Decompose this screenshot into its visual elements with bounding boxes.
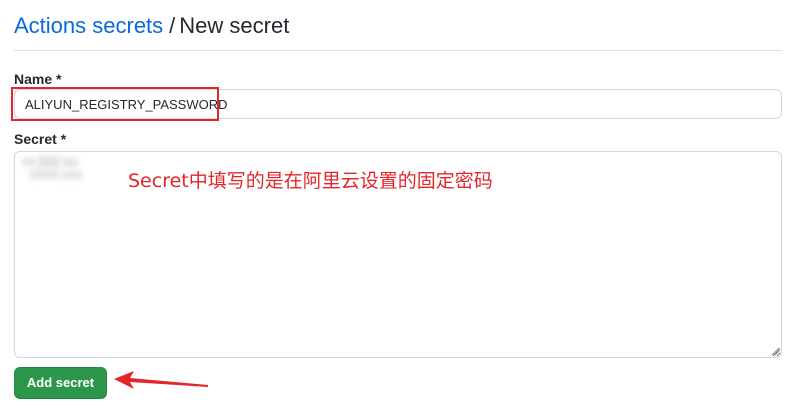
name-input[interactable] — [14, 89, 782, 119]
breadcrumb-separator: / — [169, 13, 176, 38]
page-title: Actions secrets / New secret — [14, 10, 782, 51]
annotation-note: Secret中填写的是在阿里云设置的固定密码 — [128, 170, 493, 192]
annotation-arrow-icon — [114, 371, 208, 389]
name-label: Name * — [14, 71, 62, 87]
add-secret-button[interactable]: Add secret — [14, 367, 107, 399]
secret-label: Secret * — [14, 131, 67, 147]
resize-handle-icon[interactable] — [770, 346, 780, 356]
breadcrumb-current: New secret — [179, 13, 290, 38]
breadcrumb-actions-secrets-link[interactable]: Actions secrets — [14, 13, 163, 38]
